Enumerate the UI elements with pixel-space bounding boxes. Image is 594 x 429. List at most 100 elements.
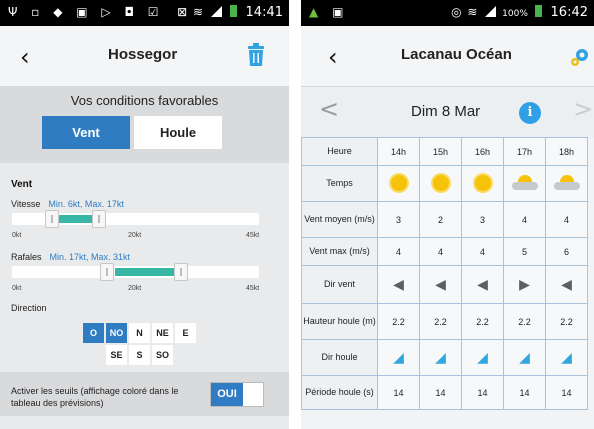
wind-direction-arrow-icon: ◀ (477, 276, 488, 292)
value-cell: 14 (419, 375, 462, 410)
hossegor-screen: Ψ ▫ ◆ ▣ ▷ ◘ ☑ ⊠ ≋ 14:41 ‹ Hossegor Vos c… (0, 0, 289, 429)
vitesse-fill (58, 215, 94, 223)
page-title: Hossegor (108, 46, 178, 63)
partly-cloudy-icon (511, 174, 538, 191)
vitesse-slider[interactable] (12, 210, 259, 228)
sun-icon (388, 172, 409, 193)
value-cell: 6 (545, 237, 588, 266)
direction-s[interactable]: S (129, 345, 150, 365)
date-bar: < Dim 8 Mar i > (301, 87, 594, 137)
battery-icon (534, 5, 542, 17)
value-cell: 2.2 (419, 303, 462, 340)
rafales-max-handle[interactable] (174, 263, 188, 281)
rafales-range: Min. 17kt, Max. 31kt (49, 252, 131, 262)
table-row: Vent moyen (m/s) 3 2 3 4 4 (301, 201, 588, 238)
table-row: Temps (301, 165, 588, 202)
prev-day-button[interactable]: < (319, 95, 339, 123)
tab-vent[interactable]: Vent (42, 116, 130, 149)
direction-se[interactable]: SE (106, 345, 127, 365)
mute-icon: ⊠ (177, 5, 188, 19)
value-cell: 2.2 (377, 303, 420, 340)
table-row: Dir houle ◢ ◢ ◢ ◢ ◢ (301, 339, 588, 376)
vitesse-label: Vitesse (11, 199, 41, 209)
battery-percent: 100% (502, 9, 528, 19)
back-icon[interactable]: ‹ (328, 43, 338, 71)
vitesse-min-handle[interactable] (45, 210, 59, 228)
page-title: Lacanau Océan (401, 46, 512, 63)
wind-direction-arrow-icon: ◀ (393, 276, 404, 292)
swell-direction-arrow-icon: ◢ (519, 349, 530, 365)
signal-icon (210, 6, 222, 17)
tick-45: 45kt (246, 232, 260, 239)
tick-45: 45kt (246, 285, 260, 292)
info-icon[interactable]: i (519, 102, 541, 124)
sun-icon (430, 172, 451, 193)
value-cell: 4 (419, 237, 462, 266)
direction-e[interactable]: E (175, 323, 196, 343)
swell-direction-arrow-icon: ◢ (393, 349, 404, 365)
tick-0: 0kt (12, 232, 22, 239)
hour-cell: 15h (419, 137, 462, 166)
settings-icon[interactable] (569, 46, 591, 68)
vitesse-max-handle[interactable] (92, 210, 106, 228)
table-row: Dir vent ◀ ◀ ◀ ▶ ◀ (301, 265, 588, 304)
value-cell: 2.2 (503, 303, 546, 340)
tick-20: 20kt (128, 232, 142, 239)
row-label: Vent max (m/s) (301, 237, 378, 266)
signal-icon (485, 6, 497, 17)
back-icon[interactable]: ‹ (20, 43, 30, 71)
wifi-icon: ≋ (192, 5, 204, 19)
toggle-label: OUI (211, 383, 243, 406)
vitesse-range: Min. 6kt, Max. 17kt (48, 199, 124, 209)
tick-20: 20kt (128, 285, 142, 292)
notification-icons: Ψ ▫ ◆ ▣ ▷ ◘ ☑ (8, 5, 164, 19)
hour-cell: 14h (377, 137, 420, 166)
row-label: Heure (301, 137, 378, 166)
row-label: Période houle (s) (301, 375, 378, 410)
rafales-label: Rafales (11, 252, 42, 262)
direction-ne[interactable]: NE (152, 323, 173, 343)
direction-label: Direction (11, 303, 47, 313)
next-day-button[interactable]: > (573, 95, 593, 123)
status-bar: Ψ ▫ ◆ ▣ ▷ ◘ ☑ ⊠ ≋ 14:41 (0, 0, 289, 26)
row-label: Hauteur houle (m) (301, 303, 378, 340)
value-cell: 3 (461, 201, 504, 238)
hour-cell: 18h (545, 137, 588, 166)
partly-cloudy-icon (553, 174, 580, 191)
rafales-slider[interactable] (12, 263, 259, 281)
value-cell: 14 (461, 375, 504, 410)
swell-direction-arrow-icon: ◢ (477, 349, 488, 365)
wind-direction-arrow-icon: ◀ (561, 276, 572, 292)
swell-direction-arrow-icon: ◢ (561, 349, 572, 365)
clock: 16:42 (550, 5, 588, 20)
swell-direction-arrow-icon: ◢ (435, 349, 446, 365)
direction-o[interactable]: O (83, 323, 104, 343)
direction-no[interactable]: NO (106, 323, 127, 343)
value-cell: 14 (377, 375, 420, 410)
battery-icon (229, 5, 237, 17)
row-label: Temps (301, 165, 378, 202)
wifi-icon: ≋ (467, 5, 478, 19)
lacanau-screen: ▲ ▣ ◎ ≋ 100% 16:42 ‹ Lacanau Océan < Dim… (301, 0, 594, 429)
table-row: Hauteur houle (m) 2.2 2.2 2.2 2.2 2.2 (301, 303, 588, 340)
hour-cell: 17h (503, 137, 546, 166)
clock: 14:41 (245, 5, 283, 20)
value-cell: 5 (503, 237, 546, 266)
trash-icon[interactable] (247, 43, 265, 67)
sun-icon (472, 172, 493, 193)
rafales-fill (115, 268, 175, 276)
row-label: Vent moyen (m/s) (301, 201, 378, 238)
value-cell: 4 (461, 237, 504, 266)
rafales-min-handle[interactable] (100, 263, 114, 281)
seuils-panel: Activer les seuils (affichage coloré dan… (0, 372, 289, 416)
value-cell: 2 (419, 201, 462, 238)
tab-houle[interactable]: Houle (134, 116, 222, 149)
vibrate-icon: ◎ (451, 5, 462, 19)
wind-direction-arrow-icon: ◀ (435, 276, 446, 292)
status-bar: ▲ ▣ ◎ ≋ 100% 16:42 (301, 0, 594, 26)
seuils-toggle[interactable]: OUI (210, 382, 264, 407)
hour-cell: 16h (461, 137, 504, 166)
table-row: Période houle (s) 14 14 14 14 14 (301, 375, 588, 410)
direction-n[interactable]: N (129, 323, 150, 343)
direction-so[interactable]: SO (152, 345, 173, 365)
